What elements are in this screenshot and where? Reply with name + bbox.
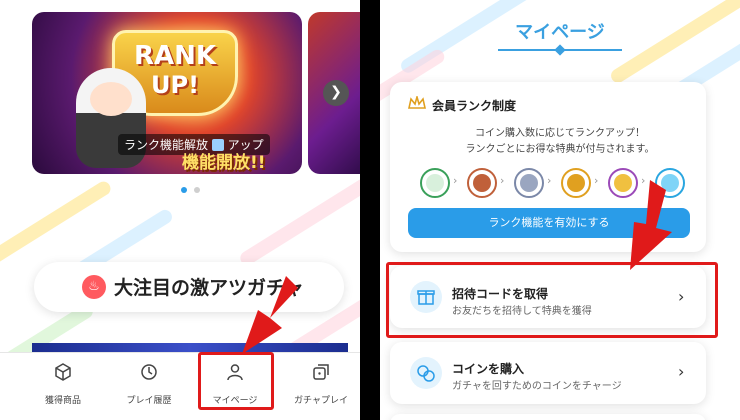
flame-icon: ♨ — [82, 275, 106, 299]
rank-up-banner[interactable]: RANK UP! ランク機能解放 アップ 機能開放!! — [32, 12, 302, 174]
coins-icon — [410, 357, 442, 389]
chevron-right-icon: › — [453, 174, 458, 187]
next-menu-item[interactable] — [390, 414, 706, 420]
chevron-right-icon: › — [678, 362, 685, 381]
chevron-right-icon: › — [547, 174, 552, 187]
carousel-next-button[interactable]: ❯ — [323, 80, 349, 106]
chevron-right-icon: ❯ — [330, 84, 342, 100]
bottom-nav: 獲得商品 プレイ履歴 マイページ ガチャプレイ — [0, 352, 360, 420]
rank-card-desc-line2: ランクごとにお得な特典が付与されます。 — [465, 144, 655, 155]
nav-label: ガチャプレイ — [294, 396, 348, 406]
dice-icon — [313, 364, 329, 380]
bronze-medal-icon — [467, 168, 497, 198]
nav-label: プレイ履歴 — [126, 396, 172, 406]
crown-icon — [408, 96, 426, 109]
decor-stripe — [237, 176, 360, 268]
buy-coins-subtitle: ガチャを回すためのコインをチャージ — [452, 381, 622, 392]
sprout-icon — [420, 168, 450, 198]
banner-subcaption: 機能開放!! — [182, 153, 266, 173]
history-icon — [141, 364, 157, 380]
carousel-dot[interactable] — [194, 187, 200, 193]
silver-medal-icon — [514, 168, 544, 198]
buy-coins-title: コインを購入 — [452, 362, 525, 376]
title-divider-ornament — [554, 44, 566, 56]
right-screen: マイページ 会員ランク制度 コイン購入数に応じてランクアップ！ ランクごとにお得… — [380, 0, 740, 420]
gold-medal-icon — [561, 168, 591, 198]
nav-label: 獲得商品 — [44, 396, 81, 406]
red-arrow-pointer — [242, 276, 298, 354]
badge-line1: RANK — [133, 41, 217, 71]
chevron-right-icon: › — [500, 174, 505, 187]
nav-item-gacha[interactable]: ガチャプレイ — [276, 353, 360, 420]
left-screen: RANK UP! ランク機能解放 アップ 機能開放!! ❯ ♨ 大注目の激アツガ… — [0, 0, 360, 420]
rank-card-desc-line1: コイン購入数に応じてランクアップ！ — [475, 128, 645, 139]
chevron-right-icon: › — [594, 174, 599, 187]
page-title: マイページ — [515, 22, 605, 43]
nav-item-history[interactable]: プレイ履歴 — [104, 353, 194, 420]
rank-card-title: 会員ランク制度 — [432, 99, 517, 113]
box-icon — [55, 363, 71, 381]
mypage-highlight-box — [198, 352, 274, 410]
red-arrow-pointer — [630, 180, 672, 270]
nav-item-acquired[interactable]: 獲得商品 — [18, 353, 108, 420]
carousel-dot-active[interactable] — [181, 187, 187, 193]
